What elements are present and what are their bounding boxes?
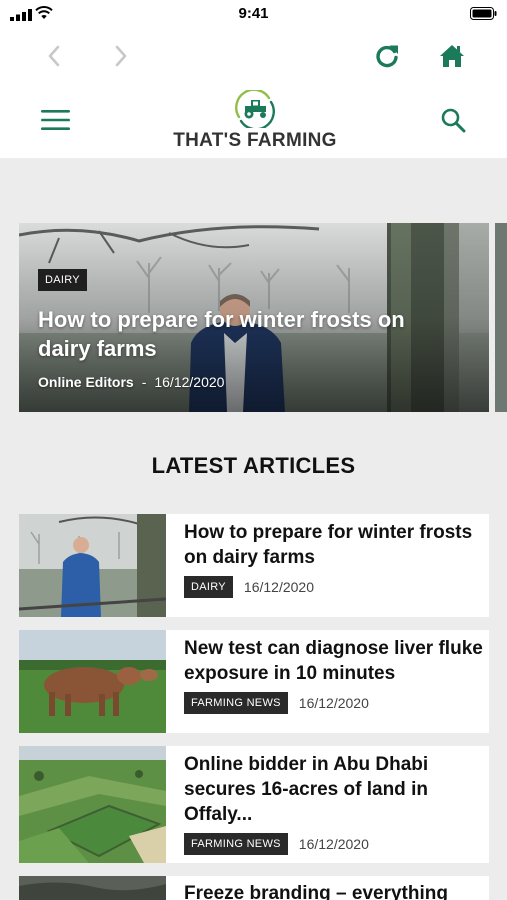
hero-date: 16/12/2020: [154, 374, 225, 390]
logo-text: THAT'S FARMING: [173, 130, 337, 151]
latest-articles-heading: LATEST ARTICLES: [151, 453, 356, 478]
tractor-logo-icon: [235, 90, 275, 128]
search-icon[interactable]: [440, 107, 466, 133]
hero-category-badge[interactable]: DAIRY: [38, 269, 87, 291]
article-thumbnail: [19, 514, 166, 617]
hero-title[interactable]: How to prepare for winter frosts on dair…: [38, 305, 438, 363]
article-card[interactable]: Freeze branding – everything: [19, 876, 489, 900]
article-date: 16/12/2020: [243, 579, 314, 595]
featured-article-card[interactable]: DAIRY How to prepare for winter frosts o…: [19, 223, 489, 412]
article-date: 16/12/2020: [298, 695, 369, 711]
article-meta: FARMING NEWS 16/12/2020: [184, 833, 369, 855]
article-thumbnail: [19, 746, 166, 863]
app-header: THAT'S FARMING: [0, 82, 507, 158]
refresh-icon[interactable]: [373, 42, 401, 70]
hero-separator: -: [141, 374, 147, 390]
status-bar: 9:41: [0, 0, 507, 30]
forward-arrow-icon[interactable]: [106, 42, 134, 70]
next-featured-article-peek[interactable]: [495, 223, 507, 412]
back-arrow-icon[interactable]: [41, 42, 69, 70]
article-category-badge[interactable]: FARMING NEWS: [184, 692, 288, 714]
article-card[interactable]: Online bidder in Abu Dhabi secures 16-ac…: [19, 746, 489, 863]
article-thumbnail: [19, 630, 166, 733]
hamburger-menu-icon[interactable]: [41, 109, 70, 131]
article-title[interactable]: Online bidder in Abu Dhabi secures 16-ac…: [184, 752, 486, 827]
article-category-badge[interactable]: FARMING NEWS: [184, 833, 288, 855]
home-icon[interactable]: [438, 42, 466, 70]
hero-author: Online Editors: [38, 374, 134, 390]
hero-meta: Online Editors -16/12/2020: [38, 374, 224, 390]
article-title[interactable]: New test can diagnose liver fluke exposu…: [184, 636, 486, 686]
article-title[interactable]: Freeze branding – everything: [184, 881, 486, 900]
article-card[interactable]: How to prepare for winter frosts on dair…: [19, 514, 489, 617]
browser-nav-bar: [0, 30, 507, 82]
status-time: 9:41: [238, 5, 269, 22]
article-thumbnail: [19, 876, 166, 900]
article-meta: FARMING NEWS 16/12/2020: [184, 692, 369, 714]
brand-logo[interactable]: THAT'S FARMING: [170, 90, 340, 152]
article-category-badge[interactable]: DAIRY: [184, 576, 233, 598]
article-card[interactable]: New test can diagnose liver fluke exposu…: [19, 630, 489, 733]
article-date: 16/12/2020: [298, 836, 369, 852]
battery-icon: [470, 7, 497, 20]
article-meta: DAIRY 16/12/2020: [184, 576, 314, 598]
article-title[interactable]: How to prepare for winter frosts on dair…: [184, 520, 486, 570]
